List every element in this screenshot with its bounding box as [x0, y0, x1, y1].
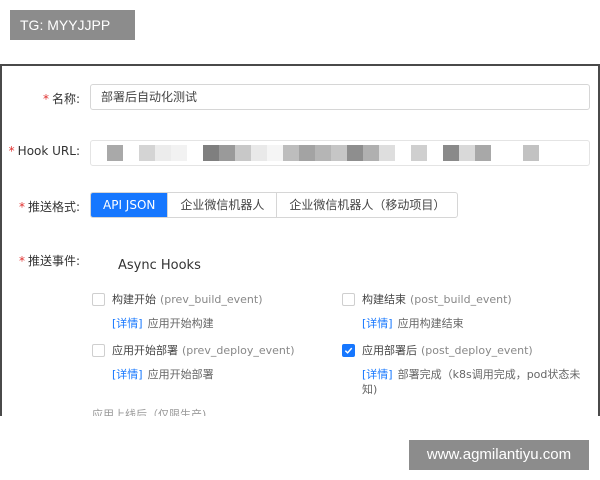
event-name: 构建开始 [112, 293, 156, 306]
name-input[interactable]: 部署后自动化测试 [90, 84, 590, 110]
hook-config-form: * 名称: 部署后自动化测试 * Hook URL: * 推送格式: API J… [0, 64, 600, 416]
event-checkbox[interactable] [342, 292, 355, 306]
hook-item: 构建开始 (prev_build_event) [详情] 应用开始构建 [92, 291, 342, 331]
required-mark: * [18, 200, 25, 214]
hook-item: 应用部署后 (post_deploy_event) [详情] 部署完成（k8s调用… [342, 342, 587, 397]
event-name: 应用开始部署 [112, 344, 178, 357]
event-checkbox[interactable] [92, 343, 105, 357]
event-name: 应用部署后 [362, 344, 417, 357]
events-label: * 推送事件: [18, 254, 80, 268]
pixelated-block [283, 145, 299, 161]
pixelated-block [491, 145, 507, 161]
detail-link[interactable]: [详情] [112, 368, 143, 381]
format-option-api-json[interactable]: API JSON [91, 193, 168, 217]
event-code: (post_deploy_event) [421, 343, 533, 357]
event-checkbox-checked[interactable] [342, 343, 355, 357]
pixelated-block [331, 145, 347, 161]
pixelated-block [475, 145, 491, 161]
pixelated-block [155, 145, 171, 161]
format-option-wecom-robot-mobile[interactable]: 企业微信机器人（移动项目） [276, 193, 457, 217]
hook-url-input[interactable] [90, 140, 590, 166]
pixelated-block [347, 145, 363, 161]
format-label: * 推送格式: [18, 200, 80, 214]
async-hooks-title: Async Hooks [118, 258, 201, 273]
event-desc: 应用开始构建 [147, 317, 214, 330]
required-mark: * [18, 254, 25, 268]
pixelated-block [443, 145, 459, 161]
pixelated-block [267, 145, 283, 161]
detail-link[interactable]: [详情] [112, 317, 143, 330]
pixelated-block [427, 145, 443, 161]
required-mark: * [42, 92, 49, 106]
pixelated-block [299, 145, 315, 161]
event-name: 构建结束 [362, 293, 406, 306]
event-checkbox[interactable] [92, 292, 105, 306]
pixelated-block [411, 145, 427, 161]
event-code: (prev_build_event) [160, 292, 263, 306]
pixelated-block [203, 145, 219, 161]
checkmark-icon [344, 347, 353, 354]
required-mark: * [8, 144, 15, 158]
pixelated-block [363, 145, 379, 161]
pixelated-block [379, 145, 395, 161]
pixelated-block [251, 145, 267, 161]
detail-link[interactable]: [详情] [362, 317, 393, 330]
event-code: (post_build_event) [410, 292, 512, 306]
pixelated-block [459, 145, 475, 161]
bottom-watermark-site: www.agmilantiyu.com [409, 440, 589, 470]
cutoff-event-row: 应用上线后（仅限生产) [92, 408, 207, 416]
pixelated-block [139, 145, 155, 161]
hook-item: 应用开始部署 (prev_deploy_event) [详情] 应用开始部署 [92, 342, 342, 382]
name-label: * 名称: [42, 92, 80, 106]
pixelated-block [507, 145, 523, 161]
event-code: (prev_deploy_event) [182, 343, 295, 357]
hook-url-label: * Hook URL: [8, 144, 80, 158]
event-desc: 应用开始部署 [147, 368, 214, 381]
pixelated-block [107, 145, 123, 161]
pixelated-block [123, 145, 139, 161]
pixelated-block [523, 145, 539, 161]
pixelated-block [315, 145, 331, 161]
hook-item: 构建结束 (post_build_event) [详情] 应用构建结束 [342, 291, 592, 331]
event-desc: 应用构建结束 [397, 317, 464, 330]
detail-link[interactable]: [详情] [362, 368, 393, 381]
pixelated-block [171, 145, 187, 161]
pixelated-block [187, 145, 203, 161]
pixelated-block [395, 145, 411, 161]
format-segmented-control: API JSON 企业微信机器人 企业微信机器人（移动项目） [90, 192, 459, 218]
pixelated-block [219, 145, 235, 161]
event-desc: 部署完成（k8s调用完成，pod状态未知) [362, 368, 581, 396]
pixelated-block [235, 145, 251, 161]
format-option-wecom-robot[interactable]: 企业微信机器人 [167, 193, 276, 217]
top-watermark-tag: TG: MYYJJPP [10, 10, 135, 40]
